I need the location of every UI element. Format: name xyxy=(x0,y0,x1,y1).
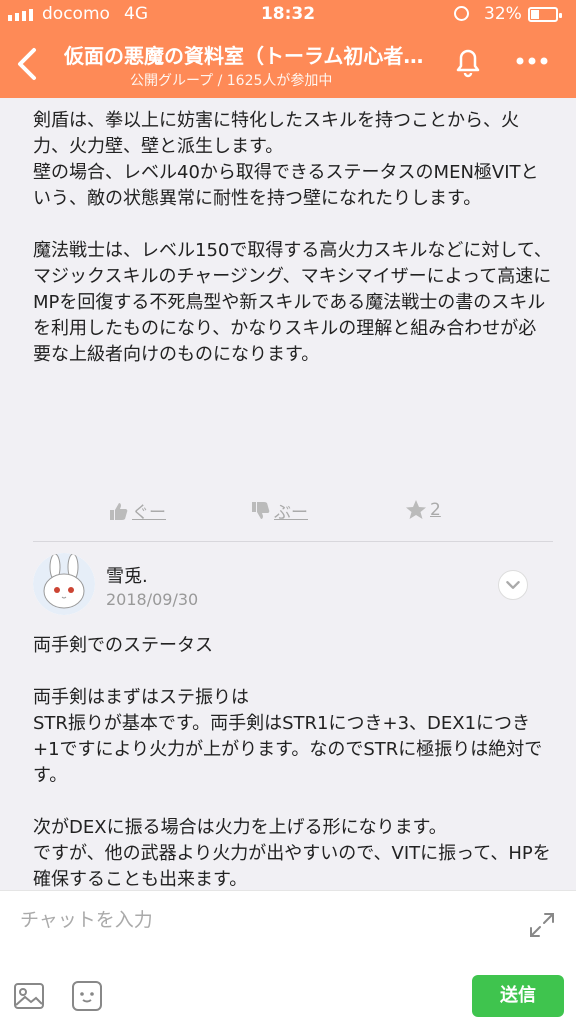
good-button[interactable]: ぐー xyxy=(108,498,166,523)
rabbit-avatar-icon xyxy=(33,553,95,615)
author-name[interactable]: 雪兎. xyxy=(106,562,148,588)
divider xyxy=(33,541,553,542)
thumbs-down-icon xyxy=(252,501,270,519)
chat-input[interactable]: チャットを入力 xyxy=(20,905,500,941)
expand-icon[interactable] xyxy=(528,911,556,939)
post-date: 2018/09/30 xyxy=(106,590,199,609)
group-subtitle: 公開グループ / 1625人が参加中 xyxy=(130,73,333,89)
bell-icon[interactable] xyxy=(448,42,488,82)
post-body: 剣盾は、拳以上に妨害に特化したスキルを持つことから、火力、火力壁、壁と派生します… xyxy=(33,110,552,365)
avatar[interactable] xyxy=(33,553,95,615)
star-icon xyxy=(406,500,426,519)
chevron-down-icon[interactable] xyxy=(498,570,528,600)
more-icon[interactable] xyxy=(508,46,556,76)
post-body: 両手剣でのステータス 両手剣はまずはステ振りは STR振りが基本です。両手剣はS… xyxy=(33,635,551,890)
emoji-icon[interactable] xyxy=(70,979,104,1013)
composer: チャットを入力 送信 xyxy=(0,890,576,1024)
send-button[interactable]: 送信 xyxy=(472,975,564,1017)
reaction-bar: ぐー ぶー 2 xyxy=(0,498,576,528)
star-button[interactable]: 2 xyxy=(404,498,441,522)
top-bar: docomo 4G 18:32 32% 仮面の悪魔の資料室（トーラム初心者… 公… xyxy=(0,0,576,98)
star-count: 2 xyxy=(430,500,441,520)
bad-button[interactable]: ぶー xyxy=(250,498,308,523)
thumbs-up-icon xyxy=(110,502,128,520)
group-title[interactable]: 仮面の悪魔の資料室（トーラム初心者… xyxy=(64,40,428,69)
message-list[interactable]: 剣盾は、拳以上に妨害に特化したスキルを持つことから、火力、火力壁、壁と派生します… xyxy=(0,98,576,890)
battery-icon xyxy=(528,7,562,22)
rotation-lock-icon xyxy=(454,6,469,21)
battery-percent: 32% xyxy=(484,4,522,24)
image-icon[interactable] xyxy=(12,979,46,1013)
back-icon[interactable] xyxy=(10,44,50,84)
status-bar: docomo 4G 18:32 32% xyxy=(0,0,576,30)
good-label: ぐー xyxy=(132,503,166,523)
bad-label: ぶー xyxy=(274,503,308,523)
